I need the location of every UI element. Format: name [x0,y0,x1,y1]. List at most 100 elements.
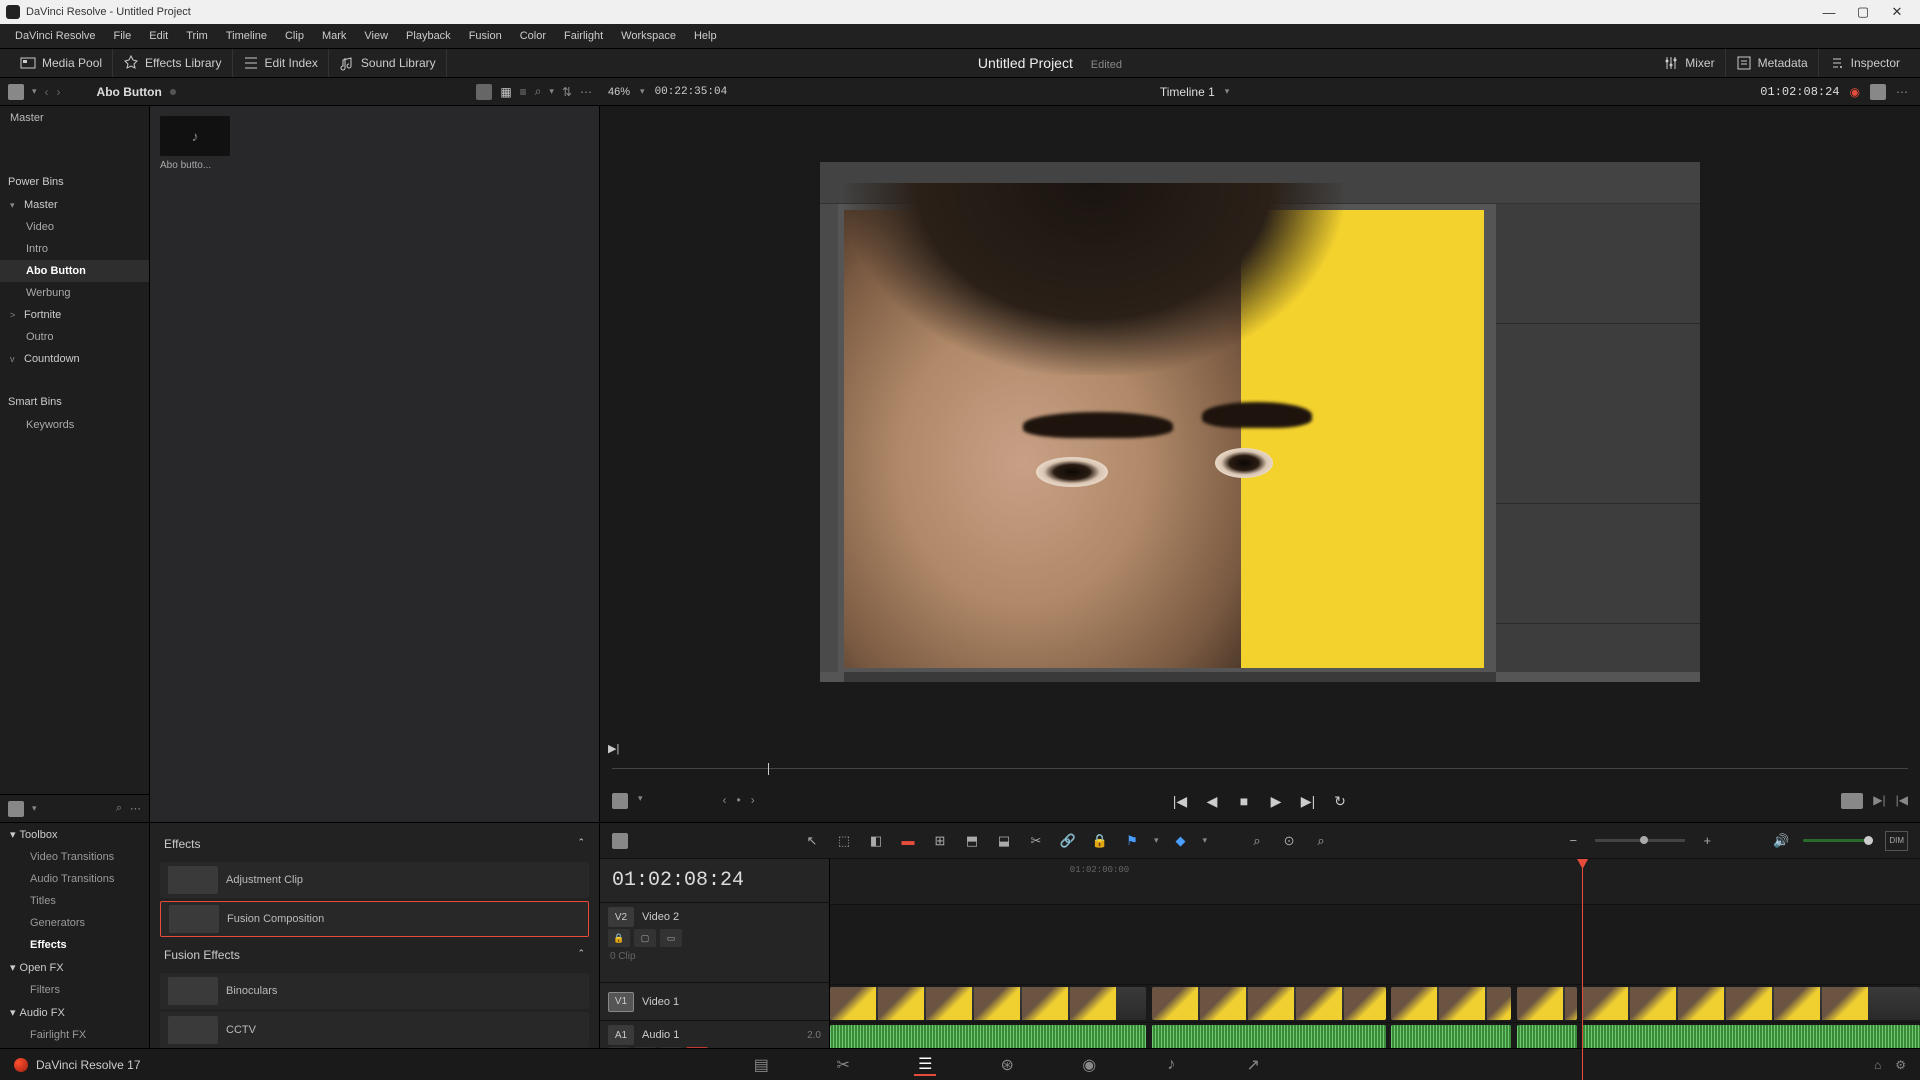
volume-icon[interactable]: 🔊 [1771,831,1791,851]
zoom-in-button[interactable]: + [1697,831,1717,851]
menu-item-view[interactable]: View [355,30,397,42]
bin-abo-button[interactable]: Abo Button [0,260,149,282]
chevron-down-icon[interactable]: ▾ [1225,86,1230,97]
playhead[interactable] [1582,859,1583,1080]
chevron-down-icon[interactable]: ▾ [1154,835,1159,846]
color-page-button[interactable]: ◉ [1078,1054,1100,1076]
chevron-down-icon[interactable]: ▾ [640,86,645,97]
effects-library-toggle[interactable]: Effects Library [145,56,221,70]
track-lock-v2[interactable]: 🔒 [608,929,630,947]
track-name-v1[interactable]: Video 1 [642,996,821,1008]
bin-intro[interactable]: Intro [0,238,149,260]
timeline-ruler[interactable]: 01:02:00:00 [830,859,1920,905]
track-badge-v1[interactable]: V1 [608,992,634,1012]
bin-video[interactable]: Video [0,216,149,238]
fx-tree-audio-transitions[interactable]: Audio Transitions [0,868,149,890]
nav-forward-button[interactable]: › [57,85,61,99]
zoom-out-button[interactable]: − [1563,831,1583,851]
fusion-page-button[interactable]: ⊛ [996,1054,1018,1076]
list-view-icon[interactable]: ≡ [520,85,527,99]
replace-tool[interactable]: ⬓ [994,831,1014,851]
bin-fortnite[interactable]: >Fortnite [0,304,149,326]
fx-tree-video-transitions[interactable]: Video Transitions [0,846,149,868]
audiofx-folder[interactable]: ▾Audio FX [0,1001,149,1024]
overwrite-tool[interactable]: ⬒ [962,831,982,851]
video-clip[interactable] [1391,987,1511,1020]
prev-edit-icon[interactable]: ‹ [723,793,727,809]
options-icon[interactable]: ⋯ [130,802,141,815]
media-pool-toggle[interactable]: Media Pool [42,56,102,70]
video-clip[interactable] [830,987,1146,1020]
effect-fusion-composition[interactable]: Fusion Composition [160,901,589,937]
track-badge-a1[interactable]: A1 [608,1025,634,1045]
effect-cctv[interactable]: CCTV [160,1012,589,1048]
inspector-toggle[interactable]: Inspector [1851,56,1900,70]
menu-item-color[interactable]: Color [511,30,555,42]
bin-outro[interactable]: Outro [0,326,149,348]
options-icon[interactable]: ⋯ [580,85,592,99]
effects-category[interactable]: Effects⌃ [160,829,589,859]
search-icon[interactable]: ⌕ [535,84,542,99]
fx-tree-fairlight[interactable]: Fairlight FX [0,1024,149,1046]
blade-tool[interactable]: ▬ [898,831,918,851]
blade-edit-icon[interactable]: ✂ [1026,831,1046,851]
search-icon[interactable]: ⌕ [116,802,122,815]
chevron-down-icon[interactable]: ▾ [1203,835,1208,846]
insert-tool[interactable]: ⊞ [930,831,950,851]
link-icon[interactable]: 🔗 [1058,831,1078,851]
viewer-zoom[interactable]: 46% [608,86,630,98]
first-frame-button[interactable]: |◀ [1171,792,1189,810]
play-button[interactable]: ▶ [1267,792,1285,810]
maximize-button[interactable]: ▢ [1846,0,1880,24]
media-clip[interactable]: ♪ Abo butto... [160,116,230,171]
grid-view-icon[interactable]: ▦ [500,85,511,99]
chevron-down-icon[interactable]: ▾ [638,793,643,809]
dim-button[interactable]: DIM [1885,831,1908,851]
edit-page-button[interactable]: ☰ [914,1054,936,1076]
viewer-scrubber[interactable] [612,760,1908,778]
stop-button[interactable]: ■ [1235,792,1253,810]
nav-back-button[interactable]: ‹ [45,85,49,99]
last-frame-button[interactable]: ▶| [1299,792,1317,810]
bin-werbung[interactable]: Werbung [0,282,149,304]
selection-tool[interactable]: ↖ [802,831,822,851]
menu-item-edit[interactable]: Edit [140,30,177,42]
zoom-fit-tool[interactable]: ⌕ [1311,831,1331,851]
dynamic-trim-tool[interactable]: ◧ [866,831,886,851]
panel-layout-icon[interactable] [8,801,24,817]
minimize-button[interactable]: — [1812,0,1846,24]
settings-button[interactable]: ⚙ [1895,1058,1906,1072]
chevron-down-icon[interactable]: ▾ [32,803,37,814]
fairlight-page-button[interactable]: ♪ [1160,1054,1182,1076]
marker-dot-icon[interactable]: • [737,793,741,809]
media-pool-grid[interactable]: ♪ Abo butto... [150,106,600,822]
flag-icon[interactable]: ⚑ [1122,831,1142,851]
marker-icon[interactable]: ◆ [1171,831,1191,851]
master-bin[interactable]: Master [0,106,149,130]
match-frame-icon[interactable] [612,793,628,809]
openfx-folder[interactable]: ▾Open FX [0,956,149,979]
bin-master[interactable]: ▾Master [0,194,149,216]
play-forward-icon[interactable]: ▶| [608,742,619,755]
fx-tree-generators[interactable]: Generators [0,912,149,934]
menu-item-clip[interactable]: Clip [276,30,313,42]
mixer-toggle[interactable]: Mixer [1685,56,1714,70]
close-button[interactable]: ✕ [1880,0,1914,24]
trim-tool[interactable]: ⬚ [834,831,854,851]
track-lane-v1[interactable] [830,985,1920,1023]
sort-icon[interactable]: ⇅ [562,85,572,99]
sound-library-toggle[interactable]: Sound Library [361,56,436,70]
menu-item-help[interactable]: Help [685,30,726,42]
metadata-toggle[interactable]: Metadata [1758,56,1808,70]
track-lane-v2[interactable] [830,905,1920,985]
menu-item-workspace[interactable]: Workspace [612,30,685,42]
timeline-view-icon[interactable] [612,833,628,849]
menu-item-file[interactable]: File [105,30,141,42]
track-name-v2[interactable]: Video 2 [642,911,821,923]
bypass-icon[interactable]: ◉ [1850,85,1860,99]
menu-item-fairlight[interactable]: Fairlight [555,30,612,42]
timeline-timecode[interactable]: 01:02:08:24 [600,859,829,903]
track-monitor-v2[interactable]: ▭ [660,929,682,947]
menu-item-mark[interactable]: Mark [313,30,355,42]
options-icon[interactable]: ⋯ [1896,85,1908,99]
